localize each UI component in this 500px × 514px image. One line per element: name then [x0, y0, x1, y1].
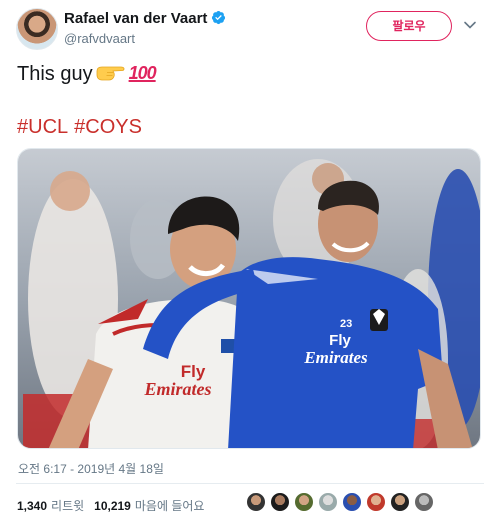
- tweet-text: This guy 100: [17, 60, 157, 87]
- likes-count: 10,219: [94, 499, 131, 513]
- likes-stat[interactable]: 10,219 마음에 들어요: [94, 499, 204, 513]
- right-shirt-line1: Fly: [329, 332, 351, 349]
- retweets-label: 리트윗: [51, 499, 85, 513]
- liker-avatar[interactable]: [414, 492, 434, 512]
- photo-illustration: Fly Emirates 23 Fly Emirates: [18, 149, 480, 448]
- hashtag-link[interactable]: #COYS: [74, 116, 142, 138]
- likes-label: 마음에 들어요: [134, 499, 205, 513]
- verified-badge-icon: [212, 10, 226, 25]
- retweets-count: 1,340: [17, 499, 48, 513]
- divider: [16, 483, 484, 484]
- liker-avatar[interactable]: [366, 492, 386, 512]
- liker-avatar[interactable]: [342, 492, 362, 512]
- hashtag-link[interactable]: #UCL: [17, 116, 68, 138]
- right-shirt-number: 23: [340, 318, 352, 330]
- tweet-text-content: This guy: [17, 63, 93, 85]
- tweet-timestamp[interactable]: 오전 6:17 - 2019년 4월 18일: [18, 460, 164, 477]
- author-name-row[interactable]: Rafael van der Vaart: [64, 10, 226, 27]
- author-name[interactable]: Rafael van der Vaart: [64, 10, 207, 27]
- liker-avatar[interactable]: [390, 492, 410, 512]
- right-shirt-line2: Emirates: [303, 348, 368, 367]
- liker-avatar[interactable]: [294, 492, 314, 512]
- chevron-down-icon[interactable]: [463, 18, 477, 32]
- liker-avatar[interactable]: [246, 492, 266, 512]
- backhand-index-pointing-right-icon: [96, 66, 125, 81]
- hundred-points-icon: 100: [128, 63, 157, 83]
- hashtag-list: #UCL #COYS: [17, 114, 148, 140]
- author-handle[interactable]: @rafvdvaart: [64, 31, 135, 46]
- left-shirt-line2: Emirates: [143, 379, 211, 399]
- liker-avatar[interactable]: [318, 492, 338, 512]
- tweet-stats: 1,340 리트윗 10,219 마음에 들어요: [17, 497, 204, 514]
- follow-button[interactable]: 팔로우: [366, 11, 452, 41]
- author-avatar[interactable]: [16, 8, 58, 50]
- liker-avatar[interactable]: [270, 492, 290, 512]
- retweets-stat[interactable]: 1,340 리트윗: [17, 499, 84, 513]
- tweet-photo[interactable]: Fly Emirates 23 Fly Emirates: [17, 148, 481, 449]
